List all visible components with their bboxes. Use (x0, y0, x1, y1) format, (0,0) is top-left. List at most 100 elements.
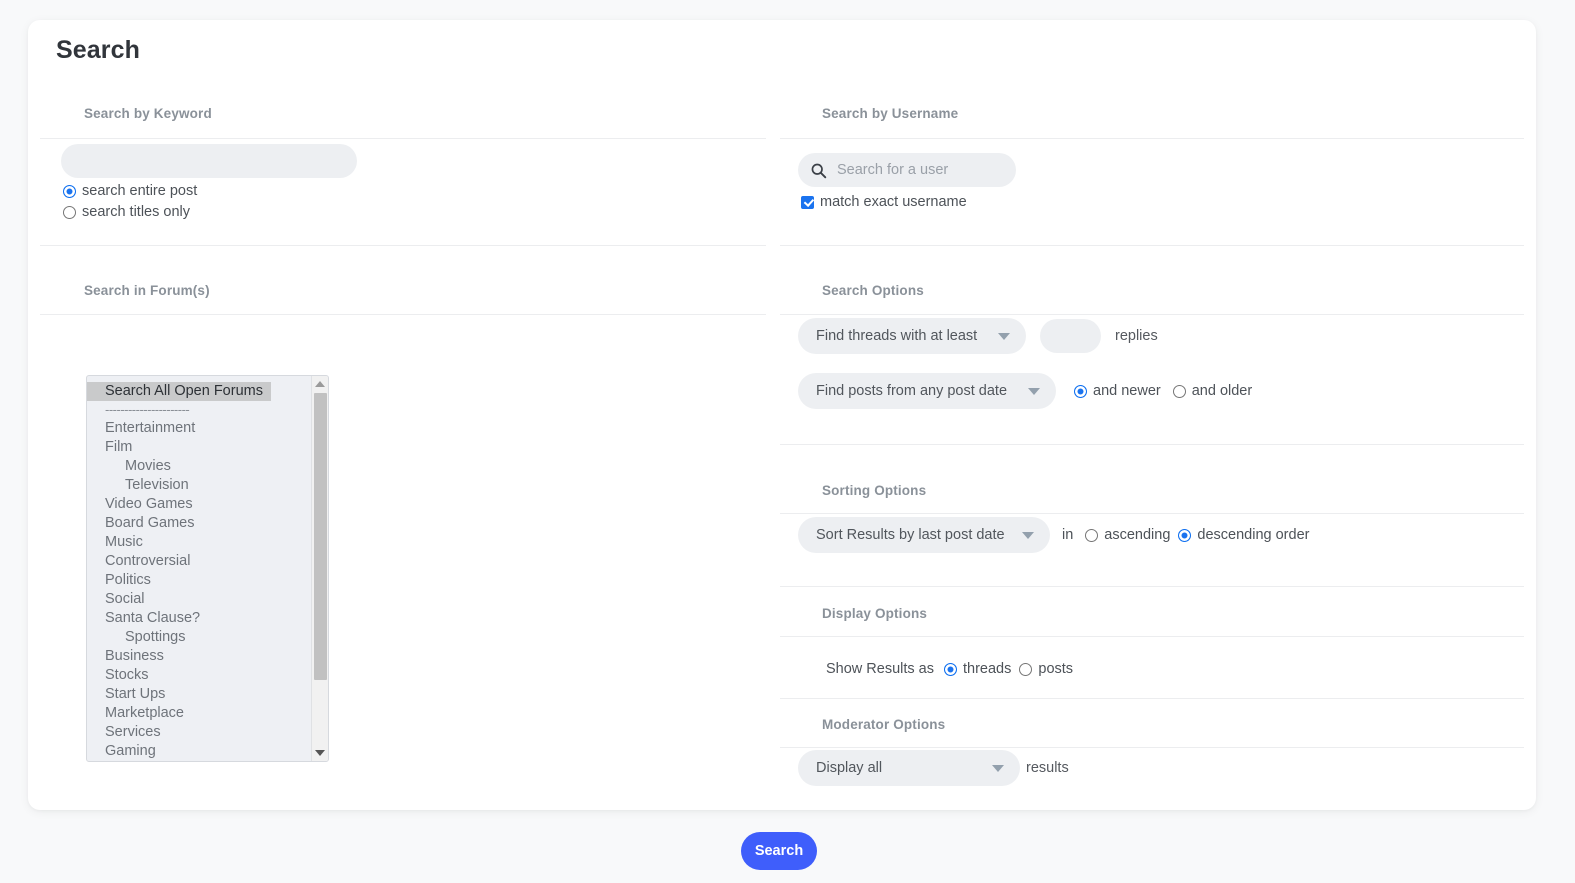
search-submit-button[interactable]: Search (741, 832, 817, 870)
radio-and-older[interactable] (1172, 384, 1186, 398)
page-title: Search (56, 36, 140, 64)
radio-and-newer[interactable] (1074, 384, 1087, 398)
radio-label-search-titles-only: search titles only (82, 204, 190, 220)
forum-list-item[interactable]: Board Games (87, 514, 311, 533)
forum-list-item[interactable]: Search All Open Forums (87, 382, 271, 401)
divider-moderator-head (780, 747, 1524, 748)
radio-label-ascending: ascending (1104, 527, 1171, 543)
divider-forums-head (40, 314, 766, 315)
checkbox-match-exact-username[interactable] (801, 195, 814, 209)
forum-list-item[interactable]: Video Games (87, 495, 311, 514)
show-results-as-option[interactable]: threads (944, 661, 1011, 677)
radio-threads[interactable] (944, 662, 957, 676)
keyword-scope-option[interactable]: search entire post (63, 183, 197, 199)
divider-display-body (780, 698, 1524, 699)
forum-list-item[interactable]: Services (87, 723, 311, 742)
threads-replies-select-value: Find threads with at least (816, 328, 978, 344)
replies-suffix-label: replies (1115, 328, 1158, 344)
divider-username-body (780, 245, 1524, 246)
sort-order-option[interactable]: descending order (1178, 527, 1309, 543)
replies-filter-row: Find threads with at least replies (798, 318, 1158, 354)
forum-list-item[interactable]: Movies (87, 457, 311, 476)
scrollbar-thumb[interactable] (314, 393, 327, 680)
search-card: Search Search by Keyword Search by Usern… (28, 20, 1536, 810)
forum-list-item[interactable]: Gaming (87, 742, 311, 761)
radio-label-search-entire-post: search entire post (82, 183, 198, 199)
display-all-select-value: Display all (816, 760, 883, 776)
moderator-display-row: Display all results (798, 750, 1069, 786)
radio-search-entire-post[interactable] (63, 184, 76, 198)
sort-results-select-value: Sort Results by last post date (816, 527, 1005, 543)
chevron-down-icon (992, 765, 1004, 772)
forum-list-item[interactable]: Social (87, 590, 311, 609)
radio-posts[interactable] (1019, 662, 1033, 676)
show-results-as-row: Show Results as threads posts (826, 661, 1073, 677)
search-icon (810, 162, 827, 179)
chevron-down-icon (1022, 532, 1034, 539)
keyword-scope-option[interactable]: search titles only (63, 204, 197, 220)
radio-label-threads: threads (963, 661, 1012, 677)
sort-row: Sort Results by last post date in ascend… (798, 517, 1309, 553)
forum-list-item[interactable]: Music (87, 533, 311, 552)
section-heading-sorting-options: Sorting Options (822, 483, 927, 498)
radio-label-descending-order: descending order (1197, 527, 1310, 543)
radio-descending-order[interactable] (1178, 528, 1192, 542)
section-heading-search-options: Search Options (822, 283, 924, 298)
forum-scrollbar[interactable] (311, 376, 328, 761)
divider-username-head (780, 138, 1524, 139)
username-input[interactable] (835, 161, 1006, 179)
divider-keyword-head (40, 138, 766, 139)
chevron-down-icon (1028, 388, 1040, 395)
radio-label-posts: posts (1038, 661, 1074, 677)
sort-results-select[interactable]: Sort Results by last post date (798, 517, 1050, 553)
section-heading-username: Search by Username (822, 106, 959, 121)
section-heading-moderator-options: Moderator Options (822, 717, 946, 732)
divider-sorting-body (780, 586, 1524, 587)
forum-list-item[interactable]: Television (87, 476, 311, 495)
forum-list-item[interactable]: Business (87, 647, 311, 666)
keyword-scope-group: search entire post search titles only (63, 183, 197, 220)
exact-username-option[interactable]: match exact username (801, 194, 967, 210)
show-results-as-option[interactable]: posts (1019, 661, 1073, 677)
forum-list-item[interactable]: Stocks (87, 666, 311, 685)
chevron-down-icon (998, 333, 1010, 340)
radio-label-and-newer: and newer (1093, 383, 1161, 399)
section-heading-forums: Search in Forum(s) (84, 283, 210, 298)
radio-ascending[interactable] (1085, 528, 1099, 542)
forum-list-item[interactable]: Politics (87, 571, 311, 590)
forum-list-item[interactable]: Spottings (87, 628, 311, 647)
username-search-field[interactable] (798, 153, 1016, 187)
sort-in-label: in (1062, 527, 1074, 543)
divider-search-options-head (780, 314, 1524, 315)
post-date-direction-option[interactable]: and older (1172, 383, 1253, 399)
scroll-up-arrow-icon[interactable] (312, 376, 328, 392)
forum-separator: ---------------------- (105, 402, 190, 417)
forum-list[interactable]: Search All Open Forums ------------------… (87, 376, 311, 761)
divider-sorting-head (780, 513, 1524, 514)
display-results-suffix-label: results (1026, 760, 1069, 776)
forum-list-item[interactable]: Film (87, 438, 311, 457)
post-date-filter-row: Find posts from any post date and newer … (798, 373, 1252, 409)
divider-keyword-body (40, 245, 766, 246)
post-date-select-value: Find posts from any post date (816, 383, 1008, 399)
divider-display-head (780, 636, 1524, 637)
sort-order-option[interactable]: ascending (1085, 527, 1170, 543)
checkbox-label-match-exact-username: match exact username (820, 194, 967, 210)
divider-search-options-body (780, 444, 1524, 445)
forum-list-item[interactable]: Santa Clause? (87, 609, 311, 628)
post-date-select[interactable]: Find posts from any post date (798, 373, 1056, 409)
keyword-input[interactable] (61, 144, 357, 178)
forum-list-item[interactable]: Controversial (87, 552, 311, 571)
section-heading-display-options: Display Options (822, 606, 928, 621)
radio-search-titles-only[interactable] (63, 205, 76, 219)
display-all-select[interactable]: Display all (798, 750, 1020, 786)
threads-replies-select[interactable]: Find threads with at least (798, 318, 1026, 354)
post-date-direction-option[interactable]: and newer (1074, 383, 1161, 399)
scroll-down-arrow-icon[interactable] (312, 745, 328, 761)
forum-list-item[interactable]: Marketplace (87, 704, 311, 723)
forum-listbox[interactable]: Search All Open Forums ------------------… (86, 375, 329, 762)
forum-list-item[interactable]: Start Ups (87, 685, 311, 704)
forum-list-item[interactable]: Entertainment (87, 419, 311, 438)
replies-count-input[interactable] (1040, 319, 1101, 353)
radio-label-and-older: and older (1191, 383, 1253, 399)
